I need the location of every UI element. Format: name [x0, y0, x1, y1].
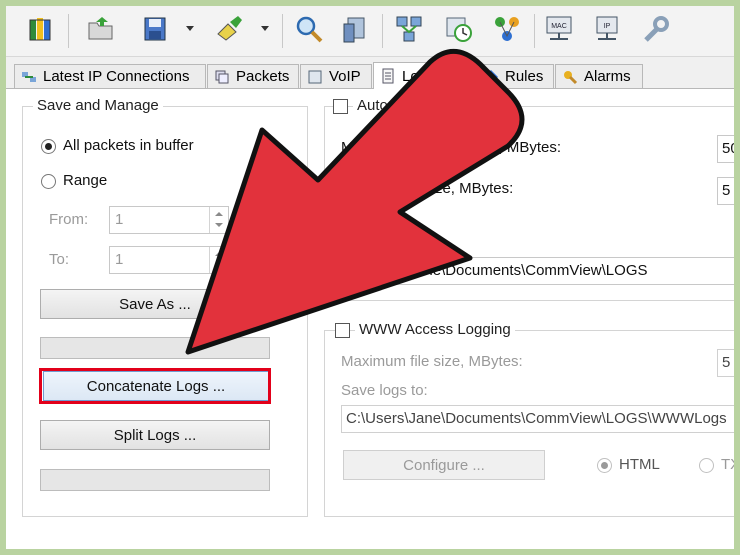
- alarms-icon: [562, 69, 578, 85]
- split-logs-button[interactable]: Split Logs ...: [40, 420, 270, 450]
- text-format-label: TXT: [721, 456, 734, 473]
- filter-icon[interactable]: [338, 12, 372, 46]
- tab-rules[interactable]: Rules: [476, 64, 554, 88]
- tab-latest-ip-connections[interactable]: Latest IP Connections: [14, 64, 206, 88]
- app-window: MAC IP Latest IP Connections Packets VoI…: [6, 6, 734, 549]
- clear-dropdown[interactable]: [261, 26, 269, 31]
- alias-icon[interactable]: [490, 12, 524, 46]
- max-file-size-label: Maximum file size, MBytes:: [341, 353, 523, 370]
- save-logs-to-label: Save logs to:: [341, 382, 428, 399]
- to-label: To:: [49, 251, 70, 268]
- settings-wrench-icon[interactable]: [638, 12, 672, 46]
- nodes-icon[interactable]: [392, 12, 426, 46]
- stepper-arrows[interactable]: [209, 207, 228, 233]
- tab-packets[interactable]: Packets: [207, 64, 299, 88]
- toolbar-separator: [68, 14, 69, 48]
- text-format-radio[interactable]: [699, 458, 714, 473]
- stepper-arrows[interactable]: [209, 247, 228, 273]
- toolbar: MAC IP: [6, 6, 734, 57]
- group-title: Save and Manage: [33, 97, 163, 114]
- connections-icon: [21, 69, 37, 85]
- average-file-size-label: Average file size, MBytes:: [341, 180, 514, 197]
- save-dropdown[interactable]: [186, 26, 194, 31]
- stepper-up-icon[interactable]: [215, 252, 223, 256]
- www-logging-group: WWW Access Logging Maximum file size, MB…: [324, 321, 734, 517]
- tab-voip[interactable]: VoIP: [300, 64, 372, 88]
- tab-label: Rules: [505, 68, 544, 85]
- tab-label: Latest IP Connections: [43, 68, 190, 85]
- range-label: Range: [63, 172, 108, 189]
- configure-button[interactable]: Configure ...: [343, 450, 545, 480]
- from-label: From:: [49, 211, 89, 228]
- tab-label: VoIP: [329, 68, 361, 85]
- toolbar-separator: [534, 14, 535, 48]
- save-icon[interactable]: [138, 12, 172, 46]
- tab-label: Logging: [402, 67, 456, 85]
- rules-icon: [483, 69, 499, 85]
- from-stepper[interactable]: 1: [109, 206, 229, 234]
- tab-label: Alarms: [584, 68, 631, 85]
- search-icon[interactable]: [292, 12, 326, 46]
- clear-icon[interactable]: [212, 12, 246, 46]
- stepper-up-icon[interactable]: [215, 212, 223, 216]
- html-format-label: HTML: [619, 456, 660, 473]
- scheduler-icon[interactable]: [442, 12, 476, 46]
- auto-saving-path: C:\Users\Jane\Documents\CommView\LOGS: [346, 262, 648, 279]
- www-logging-checkbox[interactable]: [335, 323, 350, 338]
- html-format-radio[interactable]: [597, 458, 612, 473]
- group-title: WWW Access Logging: [355, 321, 515, 338]
- highlight-box: [39, 368, 271, 404]
- logging-icon: [380, 68, 396, 84]
- group-title: Auto-saving: [353, 97, 441, 114]
- max-file-size-input[interactable]: 5: [717, 349, 734, 377]
- logging-panel: Save and Manage All packets in buffer Ra…: [6, 89, 734, 549]
- save-manage-group: Save and Manage All packets in buffer Ra…: [22, 97, 308, 517]
- tab-logging[interactable]: Logging: [373, 62, 475, 89]
- from-value: 1: [115, 211, 124, 228]
- voip-icon: [307, 69, 323, 85]
- auto-saving-checkbox[interactable]: [333, 99, 348, 114]
- max-directory-size-label: Maximum directory size, MBytes:: [341, 139, 562, 156]
- average-file-size-input[interactable]: 5: [717, 177, 734, 205]
- toolbar-separator: [382, 14, 383, 48]
- stepper-down-icon[interactable]: [215, 263, 223, 267]
- open-folder-icon[interactable]: [84, 12, 118, 46]
- save-progress-bar: [40, 337, 270, 359]
- tab-bar: Latest IP Connections Packets VoIP Loggi…: [6, 62, 734, 89]
- www-logs-path-input[interactable]: C:\Users\Jane\Documents\CommView\LOGS\WW…: [341, 405, 734, 433]
- all-packets-label: All packets in buffer: [63, 137, 194, 154]
- save-as-button[interactable]: Save As ...: [40, 289, 270, 319]
- auto-saving-group: Auto-saving Maximum directory size, MByt…: [324, 97, 734, 301]
- range-radio[interactable]: [41, 174, 56, 189]
- packets-icon: [214, 69, 230, 85]
- to-value: 1: [115, 251, 124, 268]
- auto-saving-path-input[interactable]: C:\Users\Jane\Documents\CommView\LOGS: [341, 257, 734, 285]
- tab-alarms[interactable]: Alarms: [555, 64, 643, 88]
- stepper-down-icon[interactable]: [215, 223, 223, 227]
- tab-label: Packets: [236, 68, 290, 85]
- toolbar-separator: [282, 14, 283, 48]
- to-stepper[interactable]: 1: [109, 246, 229, 274]
- open-capture-icon[interactable]: [24, 12, 58, 46]
- ip-address-icon[interactable]: IP: [590, 12, 624, 46]
- split-progress-bar: [40, 469, 270, 491]
- mac-label: MAC: [551, 23, 567, 30]
- mac-address-icon[interactable]: MAC: [542, 12, 576, 46]
- max-directory-size-input[interactable]: 50: [717, 135, 734, 163]
- all-packets-radio[interactable]: [41, 139, 56, 154]
- ip-label: IP: [604, 23, 611, 30]
